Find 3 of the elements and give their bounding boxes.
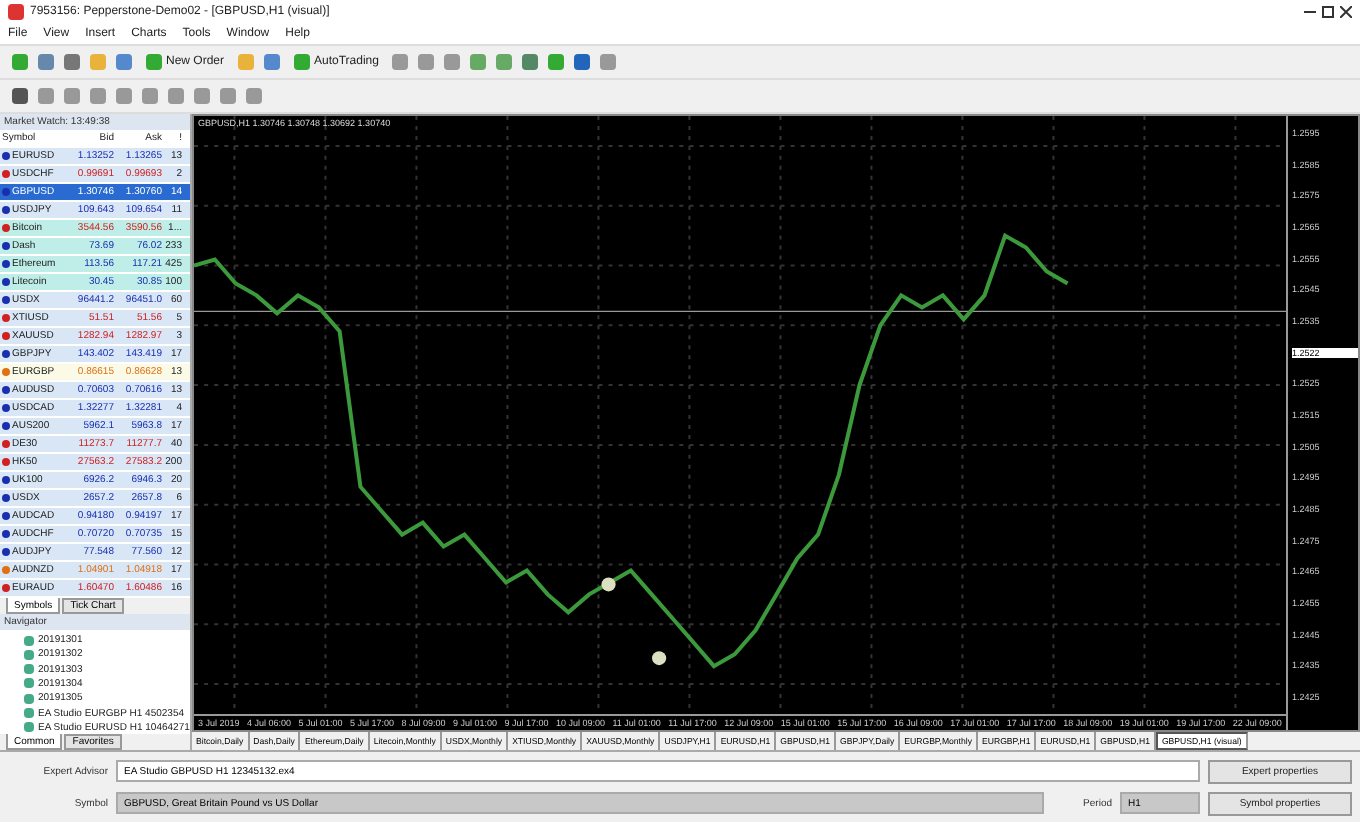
maximize-icon[interactable] <box>1322 6 1334 18</box>
close-icon[interactable] <box>1340 6 1352 18</box>
minimize-icon[interactable] <box>1304 6 1316 18</box>
